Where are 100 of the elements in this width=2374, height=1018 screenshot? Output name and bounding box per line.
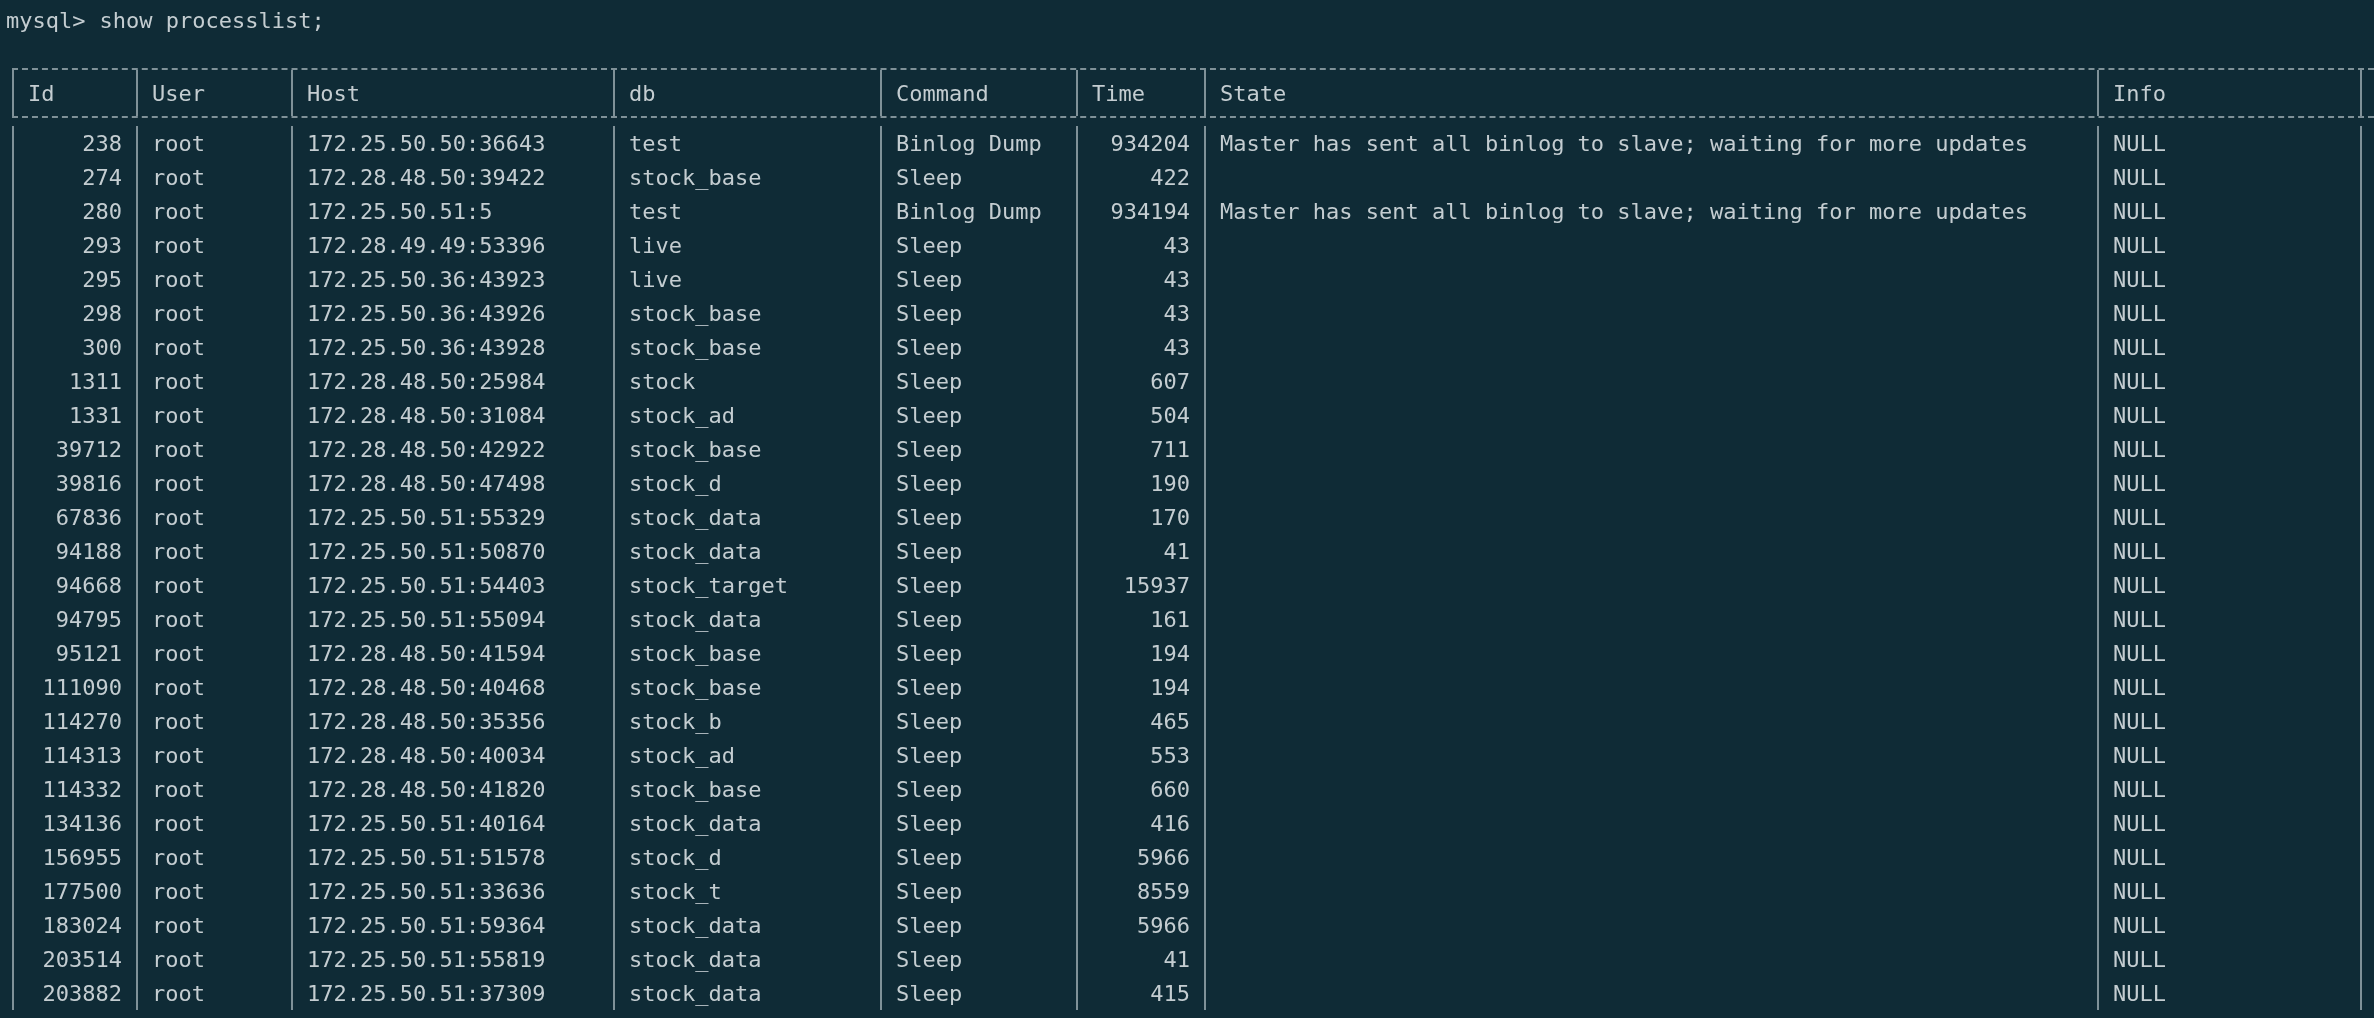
column-header: Host (307, 80, 360, 106)
table-cell: 416 (1150, 810, 1190, 836)
table-cell: 1331 (69, 402, 122, 428)
table-cell: 415 (1150, 980, 1190, 1006)
column-header: Id (28, 80, 55, 106)
table-cell: 172.25.50.51:55094 (307, 606, 546, 632)
table-cell: NULL (2113, 130, 2166, 156)
table-cell: Sleep (896, 164, 963, 190)
table-cell: NULL (2113, 266, 2166, 292)
table-cell: 295 (82, 266, 122, 292)
table-cell: NULL (2113, 674, 2166, 700)
table-cell: 114313 (42, 742, 122, 768)
table-cell: root (152, 266, 205, 292)
table-cell: NULL (2113, 572, 2166, 598)
table-cell: NULL (2113, 946, 2166, 972)
table-cell: root (152, 606, 205, 632)
table-cell: stock_data (629, 504, 762, 530)
table-cell: 298 (82, 300, 122, 326)
table-cell: NULL (2113, 844, 2166, 870)
table-cell: root (152, 980, 205, 1006)
column-header: Info (2113, 80, 2166, 106)
table-cell: 134136 (42, 810, 122, 836)
table-cell: 43 (1163, 232, 1190, 258)
table-cell: 41 (1163, 946, 1190, 972)
table-cell: 203514 (42, 946, 122, 972)
table-cell: 203882 (42, 980, 122, 1006)
table-cell: NULL (2113, 334, 2166, 360)
table-cell: Sleep (896, 776, 963, 802)
table-cell: 94795 (55, 606, 122, 632)
table-cell: stock_target (629, 572, 788, 598)
table-cell: 41 (1163, 538, 1190, 564)
table-cell: 94188 (55, 538, 122, 564)
table-cell: 5966 (1137, 844, 1190, 870)
table-cell: NULL (2113, 300, 2166, 326)
table-cell: 172.28.49.49:53396 (307, 232, 546, 258)
table-cell: root (152, 470, 205, 496)
table-cell: root (152, 946, 205, 972)
table-cell: root (152, 810, 205, 836)
table-cell: 172.25.50.36:43926 (307, 300, 546, 326)
table-cell: Sleep (896, 912, 963, 938)
table-cell: Sleep (896, 334, 963, 360)
table-cell: Binlog Dump (896, 198, 1042, 224)
table-cell: stock_base (629, 164, 762, 190)
table-cell: root (152, 436, 205, 462)
table-cell: Sleep (896, 368, 963, 394)
table-cell: 172.25.50.51:33636 (307, 878, 546, 904)
table-cell: root (152, 912, 205, 938)
table-cell: stock_data (629, 980, 762, 1006)
table-cell: 172.25.50.51:54403 (307, 572, 546, 598)
table-cell: root (152, 742, 205, 768)
table-cell: 300 (82, 334, 122, 360)
table-cell: Sleep (896, 470, 963, 496)
table-cell: 114270 (42, 708, 122, 734)
table-cell: 190 (1150, 470, 1190, 496)
table-cell: stock_d (629, 470, 722, 496)
table-cell: Sleep (896, 980, 963, 1006)
table-cell: 504 (1150, 402, 1190, 428)
table-cell: 172.25.50.36:43923 (307, 266, 546, 292)
table-cell: root (152, 674, 205, 700)
table-cell: 43 (1163, 334, 1190, 360)
table-cell: 67836 (55, 504, 122, 530)
table-cell: 172.25.50.50:36643 (307, 130, 546, 156)
table-cell: root (152, 844, 205, 870)
table-cell: NULL (2113, 504, 2166, 530)
table-cell: 934194 (1110, 198, 1190, 224)
table-cell: NULL (2113, 640, 2166, 666)
table-cell: 711 (1150, 436, 1190, 462)
column-header: Time (1092, 80, 1145, 106)
table-cell: 172.25.50.51:55819 (307, 946, 546, 972)
table-cell: 274 (82, 164, 122, 190)
table-cell: root (152, 402, 205, 428)
table-cell: 172.28.48.50:41820 (307, 776, 546, 802)
table-cell: 43 (1163, 300, 1190, 326)
table-cell: Master has sent all binlog to slave; waiting for more updates (1220, 198, 2028, 224)
table-cell: 170 (1150, 504, 1190, 530)
table-cell: NULL (2113, 878, 2166, 904)
table-cell: 111090 (42, 674, 122, 700)
table-cell: NULL (2113, 776, 2166, 802)
table-cell: 553 (1150, 742, 1190, 768)
table-cell: 172.28.48.50:40034 (307, 742, 546, 768)
table-cell: 177500 (42, 878, 122, 904)
table-cell: stock_base (629, 300, 762, 326)
table-cell: 5966 (1137, 912, 1190, 938)
table-cell: NULL (2113, 198, 2166, 224)
table-cell: NULL (2113, 708, 2166, 734)
table-cell: NULL (2113, 980, 2166, 1006)
table-cell: 172.25.50.36:43928 (307, 334, 546, 360)
table-cell: 39712 (55, 436, 122, 462)
table-cell: stock_b (629, 708, 722, 734)
table-cell: NULL (2113, 232, 2166, 258)
table-cell: Sleep (896, 504, 963, 530)
table-cell: root (152, 130, 205, 156)
table-cell: 172.28.48.50:41594 (307, 640, 546, 666)
table-cell: 172.25.50.51:50870 (307, 538, 546, 564)
table-cell: 39816 (55, 470, 122, 496)
table-cell: Sleep (896, 742, 963, 768)
table-cell: Sleep (896, 606, 963, 632)
table-cell: Sleep (896, 844, 963, 870)
table-cell: 43 (1163, 266, 1190, 292)
table-cell: Sleep (896, 708, 963, 734)
